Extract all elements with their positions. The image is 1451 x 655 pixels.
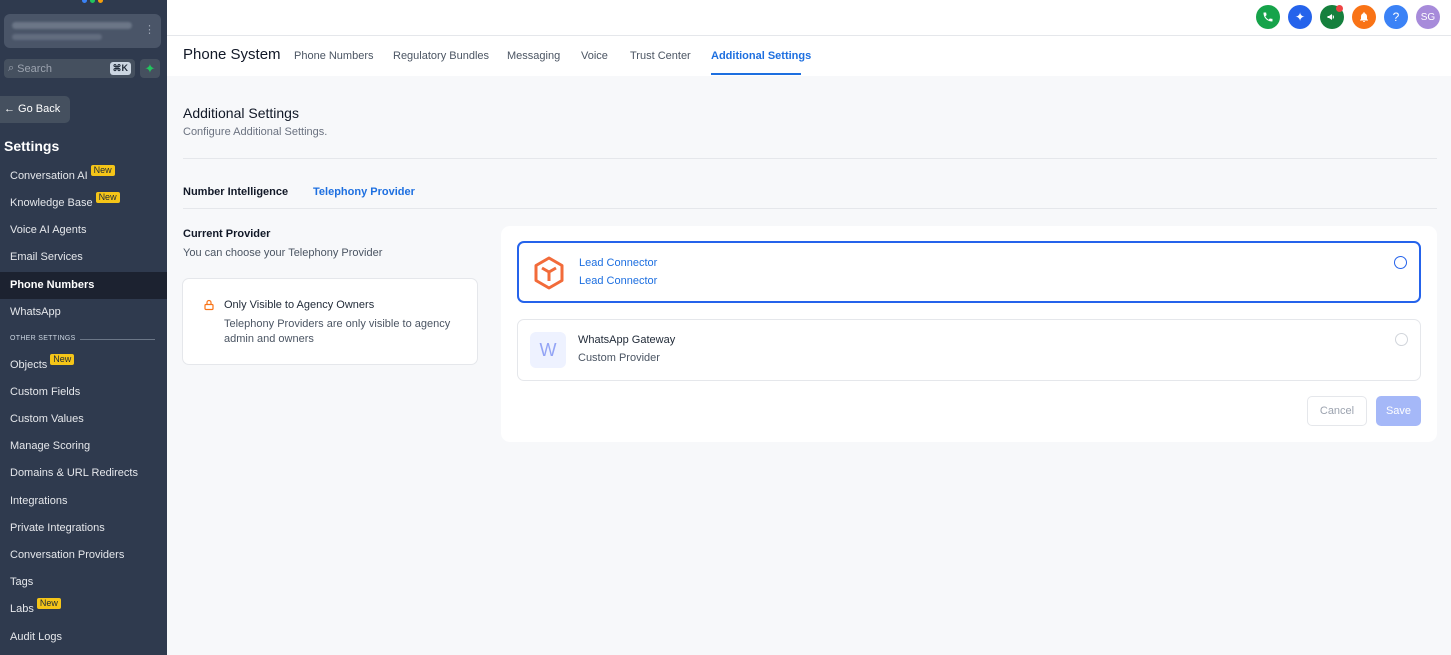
other-settings-label: OTHER SETTINGS xyxy=(10,335,76,342)
active-tab-indicator xyxy=(711,73,801,75)
visibility-info-card: Only Visible to Agency Owners Telephony … xyxy=(182,278,478,365)
go-back-button[interactable]: ← Go Back xyxy=(0,96,70,123)
tab-messaging[interactable]: Messaging xyxy=(507,50,560,62)
help-icon[interactable]: ? xyxy=(1384,5,1408,29)
info-title: Only Visible to Agency Owners xyxy=(224,299,375,311)
tab-phone-numbers[interactable]: Phone Numbers xyxy=(294,50,374,62)
search-placeholder: Search xyxy=(17,62,53,75)
sidebar-item-private-integrations[interactable]: Private Integrations xyxy=(0,515,167,542)
cancel-button[interactable]: Cancel xyxy=(1307,396,1367,426)
sidebar-item-label: Objects xyxy=(10,359,48,371)
sidebar-item-label: Labs xyxy=(10,603,34,615)
notification-dot xyxy=(1336,5,1343,12)
settings-title: Settings xyxy=(4,138,60,154)
sidebar-item-audit-logs[interactable]: Audit Logs xyxy=(0,624,167,651)
topbar: ✦ ? SG xyxy=(167,0,1451,36)
sidebar-item-whatsapp[interactable]: WhatsApp xyxy=(0,299,167,326)
new-badge: New xyxy=(90,165,115,176)
section-title: Additional Settings xyxy=(183,105,299,121)
whatsapp-gateway-logo-icon: W xyxy=(530,332,566,368)
sidebar: ⋮ ⌕ Search ⌘K ✦ ← Go Back Settings Conve… xyxy=(0,0,167,655)
tab-additional-settings[interactable]: Additional Settings xyxy=(711,50,811,62)
chevron-updown-icon: ⋮ xyxy=(144,24,155,36)
account-switcher[interactable]: ⋮ xyxy=(4,14,161,48)
account-address-blurred xyxy=(12,34,102,40)
avatar[interactable]: SG xyxy=(1416,5,1440,29)
lead-connector-logo-icon xyxy=(534,256,564,290)
page-title: Phone System xyxy=(183,46,281,63)
new-badge: New xyxy=(95,192,120,203)
tab-trust-center[interactable]: Trust Center xyxy=(630,50,691,62)
provider-option-whatsapp-gateway[interactable]: W WhatsApp Gateway Custom Provider xyxy=(517,319,1421,381)
provider-radio[interactable] xyxy=(1394,256,1407,269)
provider-type: Custom Provider xyxy=(578,352,660,364)
subtab-number-intelligence[interactable]: Number Intelligence xyxy=(183,186,288,198)
provider-name: Lead Connector xyxy=(579,257,658,269)
sidebar-item-custom-values[interactable]: Custom Values xyxy=(0,406,167,433)
quick-action-icon[interactable]: ✦ xyxy=(140,59,160,78)
sidebar-item-email-services[interactable]: Email Services xyxy=(0,244,167,271)
save-button[interactable]: Save xyxy=(1376,396,1421,426)
account-name-blurred xyxy=(12,22,132,29)
provider-option-lead-connector[interactable]: Lead Connector Lead Connector xyxy=(517,241,1421,303)
sidebar-item-label: Conversation AI xyxy=(10,170,88,182)
subtab-telephony-provider[interactable]: Telephony Provider xyxy=(313,186,415,198)
current-provider-title: Current Provider xyxy=(183,228,271,240)
sidebar-item-tags[interactable]: Tags xyxy=(0,569,167,596)
sidebar-item-knowledge-base[interactable]: Knowledge Base New xyxy=(0,190,167,217)
sidebar-item-phone-numbers[interactable]: Phone Numbers xyxy=(0,272,167,299)
search-shortcut: ⌘K xyxy=(109,62,131,75)
divider xyxy=(80,339,155,340)
sparkle-icon[interactable]: ✦ xyxy=(1288,5,1312,29)
provider-list: Lead Connector Lead Connector W WhatsApp… xyxy=(501,226,1437,442)
provider-radio[interactable] xyxy=(1395,333,1408,346)
sidebar-item-objects[interactable]: Objects New xyxy=(0,352,167,379)
megaphone-icon[interactable] xyxy=(1320,5,1344,29)
bell-icon[interactable] xyxy=(1352,5,1376,29)
search-icon: ⌕ xyxy=(8,62,15,74)
sidebar-item-integrations[interactable]: Integrations xyxy=(0,488,167,515)
sidebar-item-label: Knowledge Base xyxy=(10,197,93,209)
provider-name: WhatsApp Gateway xyxy=(578,334,676,346)
phone-system-header: Phone System Phone Numbers Regulatory Bu… xyxy=(167,36,1451,76)
app-logo-dots xyxy=(82,0,103,3)
tab-regulatory-bundles[interactable]: Regulatory Bundles xyxy=(393,50,489,62)
current-provider-subtitle: You can choose your Telephony Provider xyxy=(183,247,383,259)
sidebar-item-conversation-ai[interactable]: Conversation AI New xyxy=(0,163,167,190)
sidebar-item-manage-scoring[interactable]: Manage Scoring xyxy=(0,433,167,460)
divider xyxy=(183,158,1437,159)
info-text: Telephony Providers are only visible to … xyxy=(224,318,451,345)
phone-icon[interactable] xyxy=(1256,5,1280,29)
divider xyxy=(183,208,1437,209)
section-subtitle: Configure Additional Settings. xyxy=(183,126,328,138)
new-badge: New xyxy=(36,598,61,609)
provider-type: Lead Connector xyxy=(579,275,658,287)
tab-voice[interactable]: Voice xyxy=(581,50,608,62)
topbar-icons: ✦ ? SG xyxy=(1256,5,1440,29)
lock-icon xyxy=(204,299,214,311)
sidebar-item-conversation-providers[interactable]: Conversation Providers xyxy=(0,542,167,569)
sidebar-item-voice-ai-agents[interactable]: Voice AI Agents xyxy=(0,217,167,244)
new-badge: New xyxy=(50,354,75,365)
search-input[interactable]: ⌕ Search ⌘K xyxy=(4,59,135,78)
sidebar-item-labs[interactable]: Labs New xyxy=(0,596,167,623)
sidebar-item-custom-fields[interactable]: Custom Fields xyxy=(0,379,167,406)
sidebar-item-domains[interactable]: Domains & URL Redirects xyxy=(0,460,167,487)
